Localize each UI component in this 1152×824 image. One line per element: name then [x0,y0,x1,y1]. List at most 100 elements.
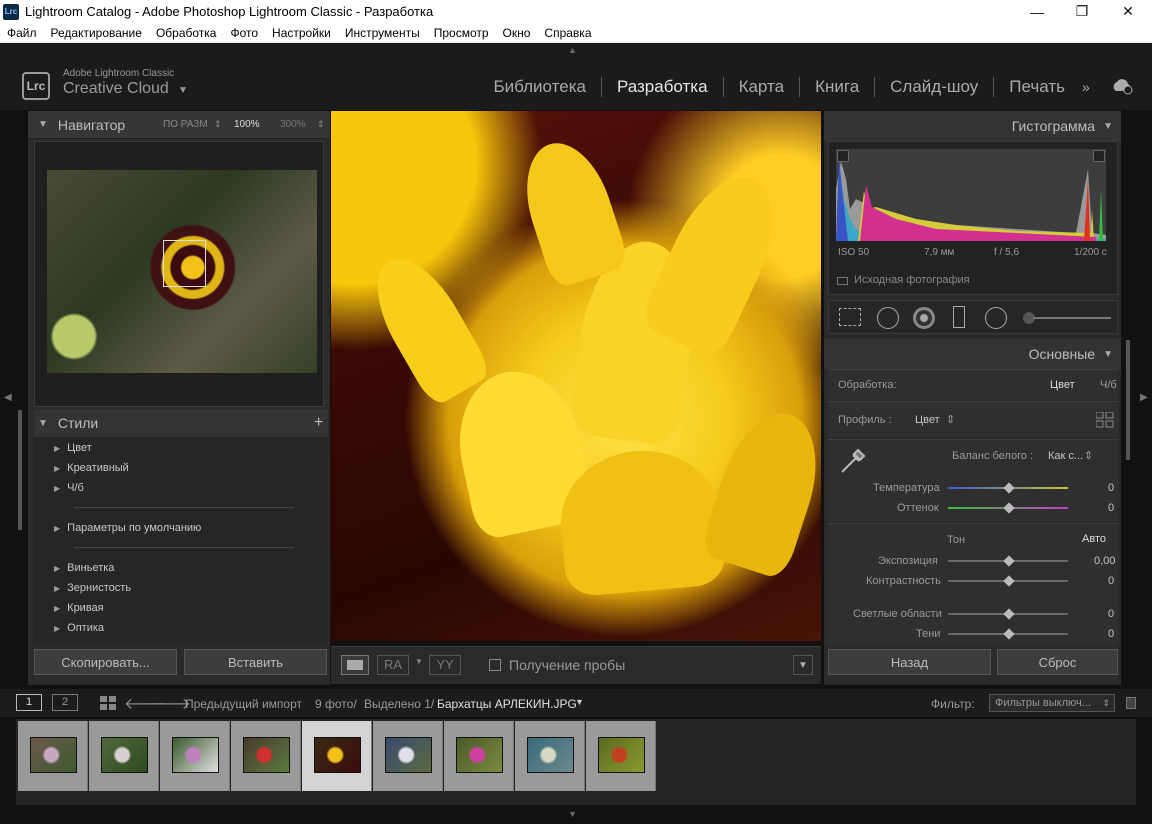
thumbnail-image[interactable] [30,737,77,773]
filmstrip-source[interactable]: Предыдущий импорт [185,697,302,711]
style-group[interactable]: ▶ Виньетка [54,562,114,574]
reset-button[interactable]: Сброс [997,649,1118,675]
highlights-thumb[interactable] [1003,608,1015,620]
module-map[interactable]: Карта [724,77,800,97]
shadow-clipping-icon[interactable] [837,150,849,162]
spot-removal-icon[interactable] [877,307,899,329]
contrast-value[interactable]: 0 [1108,575,1114,587]
before-after-chevron-icon[interactable]: ▼ [415,657,423,666]
thumbnail-image[interactable] [172,737,219,773]
collapse-triangle-icon[interactable]: ▼ [38,119,48,130]
menu-edit[interactable]: Редактирование [51,26,142,40]
panel-toggle-top-icon[interactable]: ▲ [568,45,577,55]
radial-filter-icon[interactable] [985,307,1007,329]
menu-help[interactable]: Справка [544,26,591,40]
navigator-header[interactable]: ▼ Навигатор ПО РАЗМ ⇕ 100% 300% ⇕ [28,111,330,139]
thumbnail-image[interactable] [456,737,503,773]
copy-settings-button[interactable]: Скопировать... [34,649,177,675]
filmstrip-thumbnail[interactable] [515,721,585,791]
treatment-color-option[interactable]: Цвет [1050,379,1075,391]
grid-view-icon[interactable] [100,696,116,713]
thumbnail-image[interactable] [385,737,432,773]
histogram-graph[interactable] [836,149,1106,241]
previous-settings-button[interactable]: Назад [828,649,991,675]
histogram-header[interactable]: Гистограмма ▼ [824,111,1121,141]
filmstrip-thumbnail[interactable] [18,721,88,791]
temperature-value[interactable]: 0 [1108,482,1114,494]
wb-select[interactable]: Как с... [1048,450,1083,462]
thumbnail-image[interactable] [243,737,290,773]
zoom-fit[interactable]: ПО РАЗМ [163,119,208,130]
filmstrip-thumbnail[interactable] [231,721,301,791]
menu-file[interactable]: Файл [7,26,37,40]
menu-develop[interactable]: Обработка [156,26,217,40]
primary-window-button[interactable]: 1 [16,694,42,711]
tint-value[interactable]: 0 [1108,502,1114,514]
add-style-icon[interactable]: + [314,414,323,432]
collapse-triangle-icon[interactable]: ▼ [1103,121,1113,132]
tint-thumb[interactable] [1003,502,1015,514]
contrast-thumb[interactable] [1003,575,1015,587]
module-slideshow[interactable]: Слайд-шоу [875,77,993,97]
navigator-zoom-rect[interactable] [163,240,206,287]
graduated-filter-icon[interactable] [953,306,965,328]
highlight-clipping-icon[interactable] [1093,150,1105,162]
menu-view[interactable]: Просмотр [434,26,489,40]
zoom-300[interactable]: 300% [280,119,306,130]
left-scrollbar[interactable] [18,410,22,530]
zoom-100[interactable]: 100% [234,119,260,130]
filmstrip-thumbnail[interactable] [444,721,514,791]
original-photo-checkbox[interactable] [837,277,848,285]
styles-header[interactable]: ▼ Стили + [34,409,328,437]
module-book[interactable]: Книга [800,77,874,97]
toolbar-menu-chevron-icon[interactable]: ▼ [793,655,813,675]
before-after-split-button[interactable]: YY [429,655,461,675]
sampling-checkbox[interactable] [489,659,501,671]
brush-slider[interactable] [1033,317,1111,319]
filmstrip-thumbnail[interactable] [160,721,230,791]
more-modules-icon[interactable]: » [1082,79,1090,95]
profile-select[interactable]: Цвет [915,414,940,426]
style-group[interactable]: ▶ Кривая [54,602,104,614]
style-group[interactable]: ▶ Зернистость [54,582,131,594]
filmstrip-thumbnail[interactable] [89,721,159,791]
menu-photo[interactable]: Фото [230,26,258,40]
module-library[interactable]: Библиотека [479,77,601,97]
before-after-button[interactable]: RA [377,655,409,675]
selected-filename[interactable]: Бархатцы АРЛЕКИН.JPG [437,697,577,711]
brand-menu-chevron-icon[interactable]: ▼ [178,85,188,96]
thumbnail-image[interactable] [101,737,148,773]
minimize-icon[interactable]: — [1014,0,1060,23]
filmstrip-thumbnail[interactable] [302,721,372,791]
menu-tools[interactable]: Инструменты [345,26,420,40]
exposure-thumb[interactable] [1003,555,1015,567]
filter-select[interactable]: Фильтры выключ... ⇕ [989,694,1115,712]
loupe-view-icon[interactable] [341,655,369,675]
red-eye-icon[interactable] [913,307,935,329]
auto-tone-button[interactable]: Авто [1082,533,1106,545]
exposure-value[interactable]: 0,00 [1094,555,1115,567]
style-group[interactable]: ▶ Параметры по умолчанию [54,522,201,534]
crop-tool-icon[interactable] [839,308,861,326]
zoom-chevron-icon[interactable]: ⇕ [317,119,325,130]
filmstrip-thumbnail[interactable] [586,721,656,791]
secondary-window-button[interactable]: 2 [52,694,78,711]
style-group[interactable]: ▶ Ч/б [54,482,84,494]
filter-lock-icon[interactable] [1126,697,1136,709]
thumbnail-image[interactable] [598,737,645,773]
right-scrollbar[interactable] [1126,340,1130,460]
thumbnail-image[interactable] [314,737,361,773]
menu-settings[interactable]: Настройки [272,26,331,40]
style-group[interactable]: ▶ Креативный [54,462,129,474]
paste-settings-button[interactable]: Вставить [184,649,327,675]
collapse-triangle-icon[interactable]: ▼ [1103,349,1113,360]
zoom-fit-chevron-icon[interactable]: ⇕ [214,119,222,130]
right-panel-toggle-icon[interactable]: ▶ [1140,392,1148,403]
style-group[interactable]: ▶ Цвет [54,442,92,454]
module-develop[interactable]: Разработка [602,77,723,97]
profile-chevron-icon[interactable]: ⇕ [946,413,955,426]
treatment-bw-option[interactable]: Ч/б [1100,379,1117,391]
shadows-value[interactable]: 0 [1108,628,1114,640]
navigator-preview[interactable] [34,141,324,407]
temperature-thumb[interactable] [1003,482,1015,494]
